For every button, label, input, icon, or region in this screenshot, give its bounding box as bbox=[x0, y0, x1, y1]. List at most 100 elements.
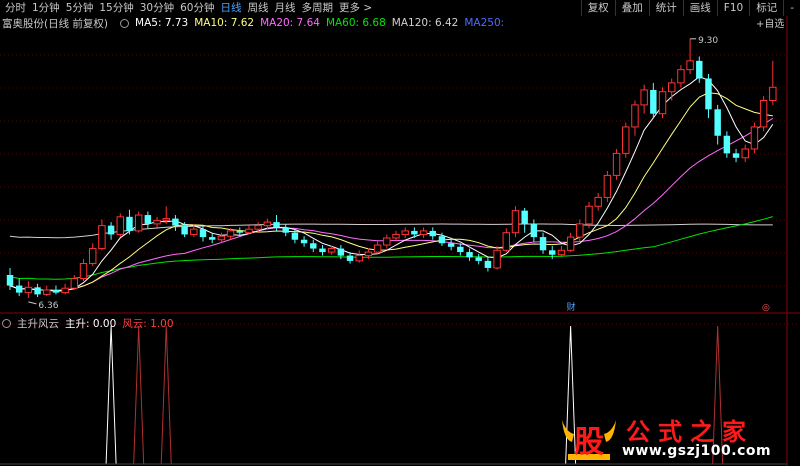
candle-body bbox=[327, 248, 336, 253]
logo-char: 股 bbox=[574, 425, 604, 460]
candle-body bbox=[640, 89, 648, 106]
candle-body bbox=[263, 221, 272, 227]
kline-chart[interactable]: 9.30 6.36 财 ◎ +自选 bbox=[0, 0, 800, 466]
fengyun-value: 风云: 1.00 bbox=[122, 318, 174, 330]
candle-body bbox=[52, 289, 60, 293]
candle-body bbox=[759, 100, 768, 128]
candle-body bbox=[419, 230, 428, 235]
candle-body bbox=[686, 60, 694, 71]
zhusheng-value: 主升: 0.00 bbox=[65, 318, 117, 330]
candle-body bbox=[677, 69, 685, 84]
candle-body bbox=[696, 60, 703, 79]
candle-body bbox=[144, 215, 152, 224]
candle-body bbox=[530, 223, 538, 238]
watermark-title: 公式之家 bbox=[626, 417, 754, 446]
candle-body bbox=[438, 236, 446, 244]
ma20-line bbox=[9, 117, 774, 291]
candle-body bbox=[502, 232, 511, 251]
watermark-url: www.gszj100.com bbox=[622, 443, 772, 459]
fengyun-spike bbox=[160, 325, 172, 465]
candle-body bbox=[134, 214, 143, 232]
candle-body bbox=[236, 230, 243, 233]
candle-body bbox=[594, 196, 602, 207]
candle-body bbox=[153, 219, 161, 225]
candle-body bbox=[245, 228, 253, 234]
candle-body bbox=[291, 232, 299, 240]
candle-body bbox=[346, 255, 354, 261]
candle-body bbox=[401, 230, 409, 235]
candle-body bbox=[667, 82, 676, 93]
candle-body bbox=[549, 250, 556, 255]
candle-body bbox=[355, 255, 363, 262]
candle-body bbox=[493, 249, 501, 269]
candle-body bbox=[612, 152, 621, 176]
candle-body bbox=[6, 274, 14, 286]
candle-body bbox=[162, 218, 170, 221]
candle-body bbox=[521, 210, 528, 224]
watermark: 股 公式之家 www.gszj100.com bbox=[558, 412, 794, 466]
candle-body bbox=[126, 216, 133, 231]
candle-body bbox=[585, 205, 593, 225]
candle-body bbox=[208, 237, 216, 240]
candle-body bbox=[43, 289, 51, 295]
low-price-label: 6.36 bbox=[38, 301, 58, 311]
candle-body bbox=[411, 230, 418, 235]
candle-body bbox=[557, 249, 566, 256]
fengyun-spike bbox=[133, 325, 145, 465]
candle-body bbox=[769, 86, 777, 101]
candle-body bbox=[732, 153, 740, 158]
indicator-circle-icon[interactable] bbox=[2, 319, 11, 328]
candle-body bbox=[466, 252, 473, 258]
candle-body bbox=[373, 244, 382, 253]
ma10-line bbox=[9, 92, 773, 291]
candle-body bbox=[364, 251, 373, 257]
candle-body bbox=[107, 225, 115, 235]
candle-body bbox=[319, 248, 326, 253]
candle-body bbox=[310, 243, 317, 249]
candle-body bbox=[705, 78, 712, 110]
high-price-label: 9.30 bbox=[698, 36, 718, 46]
candle-body bbox=[475, 257, 482, 261]
candle-body bbox=[383, 237, 391, 246]
candle-body bbox=[750, 126, 759, 150]
ma120-line bbox=[9, 223, 773, 239]
add-watchlist-button[interactable]: +自选 bbox=[756, 17, 784, 30]
candle-body bbox=[484, 260, 492, 268]
indicator-legend: 主升风云 主升: 0.00 风云: 1.00 bbox=[2, 316, 180, 331]
candle-body bbox=[70, 278, 79, 289]
candle-body bbox=[172, 218, 179, 226]
indicator-name: 主升风云 bbox=[17, 318, 59, 330]
candle-body bbox=[34, 287, 41, 295]
candle-body bbox=[254, 225, 262, 230]
candle-body bbox=[273, 222, 280, 228]
candle-body bbox=[199, 229, 207, 238]
gu-logo-icon: 股 bbox=[562, 420, 616, 460]
candle-body bbox=[24, 286, 33, 294]
candle-body bbox=[61, 287, 69, 294]
candle-body bbox=[15, 285, 23, 293]
candle-body bbox=[116, 216, 125, 235]
candle-body bbox=[429, 230, 436, 237]
candle-body bbox=[622, 126, 630, 154]
candle-body bbox=[79, 263, 88, 280]
candle-body bbox=[576, 223, 584, 238]
zhusheng-spike bbox=[105, 325, 117, 465]
candle-body bbox=[98, 225, 106, 250]
finance-marker: 财 bbox=[567, 301, 576, 313]
candle-body bbox=[566, 236, 575, 251]
candle-body bbox=[658, 91, 667, 115]
candle-body bbox=[741, 148, 749, 159]
candle-body bbox=[226, 230, 235, 237]
candle-body bbox=[603, 174, 612, 198]
candle-body bbox=[217, 235, 226, 241]
candle-body bbox=[88, 248, 97, 265]
candle-body bbox=[447, 243, 455, 247]
candle-body bbox=[282, 227, 289, 233]
candle-body bbox=[714, 109, 721, 136]
candle-body bbox=[300, 239, 308, 244]
candle-body bbox=[392, 233, 400, 239]
candle-body bbox=[511, 210, 520, 234]
candle-body bbox=[337, 248, 345, 256]
candle-body bbox=[190, 228, 198, 235]
candle-body bbox=[723, 135, 731, 154]
